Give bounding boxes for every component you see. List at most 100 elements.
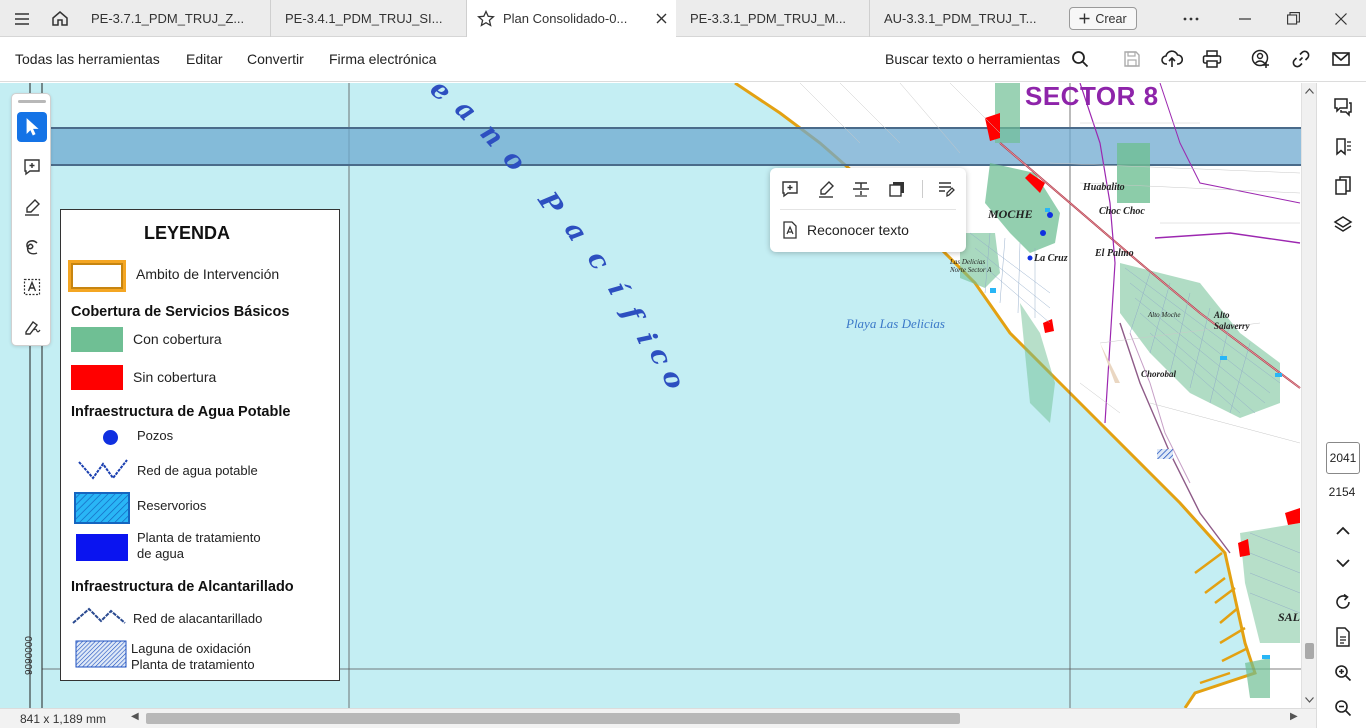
restore-button[interactable] (1270, 0, 1316, 37)
printer-icon (1202, 50, 1222, 68)
cursor-icon (26, 118, 39, 136)
zoom-out-button[interactable] (1331, 696, 1355, 720)
search-icon (1072, 51, 1089, 68)
pen-icon (25, 199, 40, 216)
current-page-input[interactable]: 2041 (1326, 442, 1360, 474)
highlighter-icon (819, 181, 834, 198)
close-icon (1335, 12, 1347, 25)
tab-2[interactable]: PE-3.4.1_PDM_TRUJ_SI... (271, 0, 467, 37)
vertical-scrollbar[interactable] (1301, 83, 1316, 708)
menu-e-signature[interactable]: Firma electrónica (329, 51, 436, 67)
drag-handle[interactable] (18, 100, 46, 103)
highlight-tool-button[interactable] (17, 192, 47, 222)
scroll-up-arrow-icon[interactable] (1305, 88, 1314, 94)
sign-tool-button[interactable] (17, 312, 47, 342)
layers-panel-button[interactable] (1331, 213, 1355, 237)
page-thumbnail-button[interactable] (1331, 625, 1355, 649)
red-agua-swatch (78, 459, 128, 480)
strikethrough-button[interactable] (850, 178, 872, 200)
legend-ambito: Ambito de Intervención (136, 266, 280, 282)
copy-button[interactable] (886, 178, 908, 200)
next-page-button[interactable] (1331, 551, 1355, 575)
tab-label: Plan Consolidado-0... (503, 11, 628, 26)
email-button[interactable] (1329, 47, 1353, 71)
create-button[interactable]: Crear (1069, 7, 1137, 30)
horizontal-scroll-thumb[interactable] (146, 713, 960, 724)
star-icon[interactable] (477, 10, 495, 27)
vertical-scroll-thumb[interactable] (1305, 643, 1314, 659)
more-options-button[interactable] (1168, 0, 1214, 37)
minimize-button[interactable] (1222, 0, 1268, 37)
tab-label: PE-3.4.1_PDM_TRUJ_SI... (285, 11, 443, 26)
scroll-down-arrow-icon[interactable] (1305, 697, 1314, 703)
add-comment-button[interactable] (779, 178, 801, 200)
window-close-button[interactable] (1318, 0, 1364, 37)
pages-panel-button[interactable] (1331, 174, 1355, 198)
planta-agua-swatch (76, 534, 128, 561)
legend-planta-agua-line2: de agua (137, 546, 184, 561)
comments-panel-button[interactable] (1331, 95, 1355, 119)
tab-4[interactable]: PE-3.3.1_PDM_TRUJ_M... (676, 0, 870, 37)
signature-pen-icon (25, 321, 41, 335)
tab-5[interactable]: AU-3.3.1_PDM_TRUJ_T... (870, 0, 1064, 37)
scroll-right-arrow-icon[interactable]: ▶ (1290, 711, 1298, 722)
zoom-in-button[interactable] (1331, 661, 1355, 685)
tab-bar: PE-3.7.1_PDM_TRUJ_Z... PE-3.4.1_PDM_TRUJ… (0, 0, 1366, 37)
place-label: El Palmo (1095, 248, 1134, 259)
create-label: Crear (1095, 11, 1127, 26)
legend-section-cobertura: Cobertura de Servicios Básicos (71, 304, 290, 320)
menu-all-tools[interactable]: Todas las herramientas (15, 51, 160, 67)
legend-pozos: Pozos (137, 428, 174, 443)
share-user-button[interactable] (1249, 47, 1273, 71)
beach-label: Playa Las Delicias (846, 316, 945, 331)
draw-tool-button[interactable] (17, 232, 47, 262)
legend-section-agua: Infraestructura de Agua Potable (71, 404, 291, 420)
previous-page-button[interactable] (1331, 518, 1355, 542)
place-label: MOCHE (988, 207, 1033, 221)
recognize-text-item[interactable]: Reconocer texto (807, 222, 909, 238)
legend-reservorios: Reservorios (137, 498, 207, 513)
menu-edit[interactable]: Editar (186, 51, 223, 67)
tab-1[interactable]: PE-3.7.1_PDM_TRUJ_Z... (77, 0, 271, 37)
more-horizontal-icon (1183, 17, 1199, 20)
save-button[interactable] (1120, 47, 1144, 71)
search-button[interactable] (1068, 47, 1092, 71)
quick-tools-palette (11, 93, 51, 346)
document-viewport[interactable]: 9090000 SECTOR 8 e a n o P a c í f i c o… (0, 83, 1316, 708)
hamburger-icon (15, 12, 29, 25)
text-selection-toolbar: Reconocer texto (770, 168, 966, 252)
select-tool-button[interactable] (17, 112, 47, 142)
upload-button[interactable] (1160, 47, 1184, 71)
rotate-button[interactable] (1331, 590, 1355, 614)
menu-convert[interactable]: Convertir (247, 51, 304, 67)
comment-tool-button[interactable] (17, 152, 47, 182)
home-button[interactable] (42, 0, 78, 37)
legend-section-alcantarillado: Infraestructura de Alcantarillado (71, 579, 294, 595)
text-box-tool-button[interactable] (17, 272, 47, 302)
zoom-in-icon (1335, 665, 1352, 682)
ocr-icon (779, 219, 801, 241)
copy-link-button[interactable] (1289, 47, 1313, 71)
place-label: Las Delicias Norte Sector A (950, 258, 992, 274)
close-tab-icon[interactable] (654, 11, 668, 25)
comment-plus-icon (782, 181, 798, 198)
scroll-left-arrow-icon[interactable]: ◀ (131, 711, 139, 722)
bookmarks-panel-button[interactable] (1331, 135, 1355, 159)
legend-red-alcantarillado: Red de alacantarillado (133, 611, 263, 626)
text-edit-icon (939, 182, 955, 198)
legend-sin-cobertura: Sin cobertura (133, 369, 217, 385)
document-icon (1336, 627, 1350, 647)
sector-label: SECTOR 8 (1025, 83, 1159, 111)
edit-text-button[interactable] (935, 178, 957, 200)
print-button[interactable] (1200, 47, 1224, 71)
menu-button[interactable] (4, 0, 40, 37)
tab-3-active[interactable]: Plan Consolidado-0... (467, 0, 676, 37)
page-size-label: 841 x 1,189 mm (20, 712, 107, 726)
layers-icon (1333, 216, 1353, 232)
tab-label: PE-3.3.1_PDM_TRUJ_M... (690, 11, 847, 26)
legend-planta-agua-line1: Planta de tratamiento (137, 530, 261, 545)
legend-red-agua: Red de agua potable (137, 463, 258, 478)
search-tools-label[interactable]: Buscar texto o herramientas (885, 51, 1060, 67)
legend-laguna-line2: Planta de tratamiento (131, 657, 255, 672)
highlight-button[interactable] (815, 178, 837, 200)
